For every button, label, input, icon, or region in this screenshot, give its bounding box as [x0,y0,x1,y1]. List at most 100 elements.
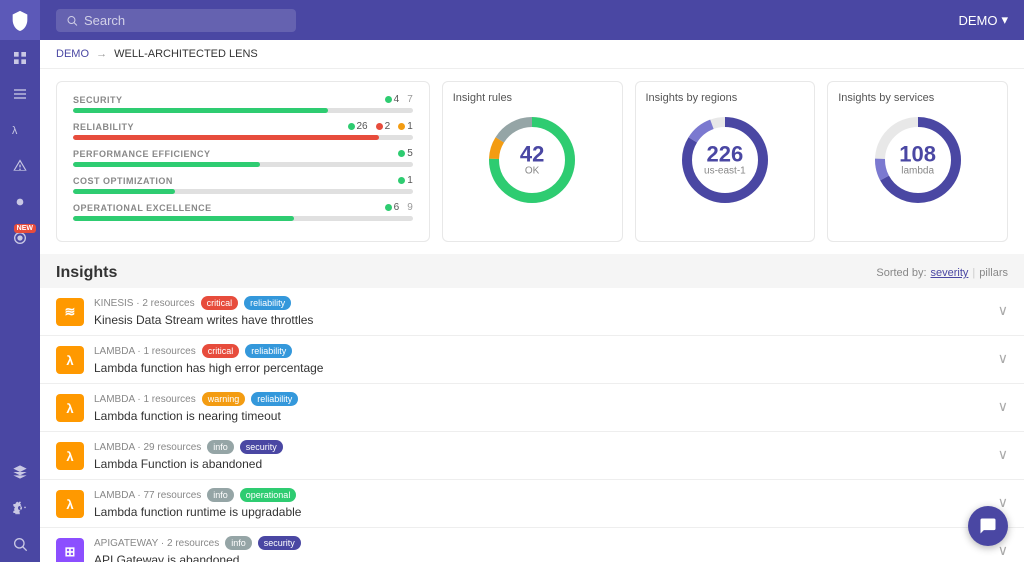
sidebar: λ NEW [0,0,40,562]
regions-label: us-east-1 [704,166,746,177]
severity-tag: info [207,440,234,454]
service-name: APIGATEWAY · 2 resources [94,538,219,549]
severity-tag: critical [202,344,240,358]
insight-rules-title: Insight rules [453,92,512,104]
chevron-icon: ∨ [998,398,1008,415]
severity-tag: critical [201,296,239,310]
insight-row[interactable]: λ LAMBDA · 1 resources warning reliabili… [40,384,1024,432]
pillar-header: SECURITY 4 7 [73,94,413,105]
pillar-orange: 1 [398,121,413,132]
search-wrapper[interactable] [56,9,296,32]
sort-pillars-link[interactable]: pillars [979,267,1008,279]
pillar-tag: reliability [244,296,291,310]
pillar-header: COST OPTIMIZATION 1 [73,175,413,186]
pillar-green: 6 [385,202,400,213]
sidebar-item-alerts[interactable] [0,148,40,184]
regions-donut: 226 us-east-1 [675,110,775,210]
insight-rules-donut: 42 OK [482,110,582,210]
insights-title: Insights [56,264,117,282]
pillar-bar-fill [73,216,294,221]
pillar-tag: reliability [251,392,298,406]
insight-row[interactable]: ⊞ APIGATEWAY · 2 resources info security… [40,528,1024,562]
service-icon: λ [56,442,84,470]
new-badge: NEW [14,224,36,233]
sidebar-item-search[interactable] [0,526,40,562]
insight-title: API Gateway is abandoned [94,553,988,562]
pillar-tag: security [258,536,301,550]
dashboard-row: SECURITY 4 7 RELIABILITY 26 21 PERFORMAN… [40,69,1024,254]
pillar-row: COST OPTIMIZATION 1 [73,175,413,194]
insight-meta: LAMBDA · 77 resources info operational [94,488,988,502]
insight-row[interactable]: λ LAMBDA · 1 resources critical reliabil… [40,336,1024,384]
pillar-header: RELIABILITY 26 21 [73,121,413,132]
pillar-total: 7 [407,94,413,105]
search-input[interactable] [84,13,286,28]
insight-meta: LAMBDA · 1 resources warning reliability [94,392,988,406]
pillar-counts: 6 9 [385,202,413,213]
breadcrumb-current: WELL-ARCHITECTED LENS [114,48,258,60]
pillar-name: PERFORMANCE EFFICIENCY [73,149,211,159]
pillar-bar-fill [73,189,175,194]
insight-content: LAMBDA · 29 resources info security Lamb… [94,440,988,471]
regions-center: 226 us-east-1 [704,144,746,177]
pillar-bar-bg [73,135,413,140]
service-name: LAMBDA · 1 resources [94,346,196,357]
service-name: LAMBDA · 1 resources [94,394,196,405]
chat-button[interactable] [968,506,1008,546]
insight-rules-center: 42 OK [520,144,544,177]
charts-row: Insight rules 42 OK [442,81,1008,242]
pillar-bar-bg [73,216,413,221]
pillar-name: COST OPTIMIZATION [73,176,173,186]
search-icon [66,14,78,27]
pillar-green: 1 [398,175,413,186]
breadcrumb-root[interactable]: DEMO [56,48,89,60]
dropdown-icon: ▾ [1001,12,1008,28]
sidebar-item-layers[interactable] [0,454,40,490]
breadcrumb-separator: → [96,48,107,60]
services-donut: 108 lambda [868,110,968,210]
regions-value: 226 [704,144,746,166]
services-card: Insights by services 108 lambda [827,81,1008,242]
sidebar-item-insights[interactable] [0,184,40,220]
insight-content: LAMBDA · 1 resources critical reliabilit… [94,344,988,375]
sidebar-item-settings[interactable] [0,490,40,526]
pillar-bar-fill [73,162,260,167]
pillar-counts: 1 [398,175,413,186]
pillar-header: OPERATIONAL EXCELLENCE 6 9 [73,202,413,213]
pillar-card: SECURITY 4 7 RELIABILITY 26 21 PERFORMAN… [56,81,430,242]
insight-content: LAMBDA · 1 resources warning reliability… [94,392,988,423]
user-label: DEMO [958,13,997,28]
chevron-icon: ∨ [998,542,1008,559]
sidebar-item-ci[interactable]: NEW [0,220,40,256]
chevron-icon: ∨ [998,446,1008,463]
sidebar-item-list[interactable] [0,76,40,112]
insight-row[interactable]: λ LAMBDA · 29 resources info security La… [40,432,1024,480]
service-icon: λ [56,394,84,422]
sort-divider: | [972,267,975,279]
pillar-name: SECURITY [73,95,123,105]
insight-row[interactable]: λ LAMBDA · 77 resources info operational… [40,480,1024,528]
user-menu[interactable]: DEMO ▾ [958,12,1008,28]
content-area: DEMO → WELL-ARCHITECTED LENS SECURITY 4 … [40,40,1024,562]
pillar-tag: reliability [245,344,292,358]
services-label: lambda [899,166,936,177]
insight-meta: LAMBDA · 29 resources info security [94,440,988,454]
insight-title: Lambda Function is abandoned [94,457,988,471]
service-name: LAMBDA · 77 resources [94,490,201,501]
sidebar-item-lambda[interactable]: λ [0,112,40,148]
app-logo[interactable] [0,0,40,40]
regions-title: Insights by regions [646,92,738,104]
topbar: DEMO ▾ [40,0,1024,40]
service-icon: λ [56,346,84,374]
pillar-green: 26 [348,121,368,132]
svg-text:λ: λ [12,125,18,137]
sidebar-item-dashboard[interactable] [0,40,40,76]
insight-meta: KINESIS · 2 resources critical reliabili… [94,296,988,310]
pillar-tag: security [240,440,283,454]
services-center: 108 lambda [899,144,936,177]
insight-row[interactable]: ≋ KINESIS · 2 resources critical reliabi… [40,288,1024,336]
sort-severity-link[interactable]: severity [931,267,969,279]
insight-rules-value: 42 [520,144,544,166]
chevron-icon: ∨ [998,350,1008,367]
service-icon: λ [56,490,84,518]
